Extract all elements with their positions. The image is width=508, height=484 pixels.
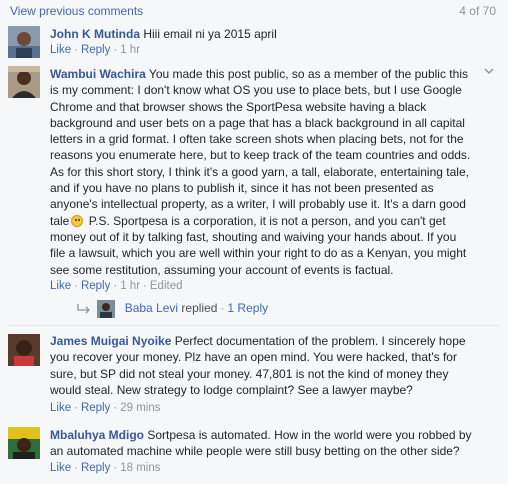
comment-count: 4 of 70 [459, 4, 496, 18]
comment-line: background and user bets on a page that … [50, 115, 465, 130]
reply-avatar [97, 300, 116, 318]
comment-line: you recover your money. Plz have an open… [50, 350, 457, 365]
comment-line: reasons you enumerate here, but to keep … [50, 148, 471, 163]
view-previous-comments-link[interactable]: View previous comments [10, 4, 143, 18]
avatar[interactable] [8, 427, 40, 459]
comment-line: Chrome and that browser shows the SportP… [50, 99, 427, 114]
reply-count[interactable]: 1 Reply [227, 301, 268, 315]
comment-body: Hiii email ni ya 2015 april [143, 27, 277, 41]
comment-time[interactable]: 1 hr [120, 280, 140, 292]
comment-time[interactable]: 1 hr [120, 44, 140, 56]
reply-button[interactable]: Reply [81, 280, 110, 292]
chevron-down-icon[interactable] [484, 66, 494, 76]
comment-line: money out of it by talking fast, shoutin… [50, 229, 457, 244]
comment-line: tale [50, 213, 70, 228]
comment-time[interactable]: 18 mins [120, 462, 160, 474]
reply-button[interactable]: Reply [81, 462, 110, 474]
comment-line: As for this short story, I think it's a … [50, 164, 469, 179]
comment-line: an automated machine while people were s… [50, 444, 460, 459]
comment-author[interactable]: Wambui Wachira [50, 67, 146, 81]
comment-line: would steal. New strategy to lodge compl… [50, 382, 413, 397]
reply-button[interactable]: Reply [81, 402, 110, 414]
comment-line: Perfect documentation of the problem. I … [171, 334, 466, 348]
comment-line: is my comment: I don't know what OS you … [50, 83, 462, 98]
comment-line: anyone's intellectual property, as a wri… [50, 197, 466, 212]
comment-line: sure, but SP did not steal your money. 4… [50, 366, 449, 381]
reply-author[interactable]: Baba Levi [125, 301, 178, 315]
like-button[interactable]: Like [50, 280, 71, 292]
comment-actions: Like · Reply · 1 hr [50, 44, 141, 56]
comment-line: see some restitution, assuming your acco… [50, 262, 394, 277]
reply-button[interactable]: Reply [81, 44, 110, 56]
like-button[interactable]: Like [50, 402, 71, 414]
comment-line: letters in a grid format. I often take s… [50, 132, 464, 147]
comment-author[interactable]: Mbaluhya Mdigo [50, 428, 144, 442]
comment-time[interactable]: 29 mins [120, 402, 160, 414]
comment-author[interactable]: James Muigai Nyoike [50, 334, 171, 348]
avatar[interactable] [8, 334, 40, 366]
comment-line: and if you have no plans to publish it, … [50, 181, 434, 196]
comment-text: Wambui Wachira You made this post public… [50, 66, 480, 278]
comments-header: View previous comments 4 of 70 [0, 0, 508, 22]
comment-actions: Like · Reply · 1 hr · Edited [50, 280, 183, 292]
comment-mbaluhya-mdigo: Mbaluhya Mdigo Sortpesa is automated. Ho… [0, 424, 508, 482]
edited-label[interactable]: Edited [150, 280, 183, 292]
comment-text: John K Mutinda Hiii email ni ya 2015 apr… [50, 26, 480, 42]
avatar[interactable] [8, 66, 40, 98]
comment-actions: Like · Reply · 29 mins [50, 402, 161, 414]
replied-label: replied [178, 301, 218, 316]
avatar[interactable] [8, 26, 40, 58]
like-button[interactable]: Like [50, 44, 71, 56]
comment-john-k-mutinda: John K Mutinda Hiii email ni ya 2015 apr… [0, 22, 508, 62]
divider [8, 325, 500, 326]
comment-author[interactable]: John K Mutinda [50, 27, 140, 41]
smile-emoji-icon [71, 214, 84, 227]
comment-wambui-wachira: Wambui Wachira You made this post public… [0, 62, 508, 322]
like-button[interactable]: Like [50, 462, 71, 474]
comment-text: James Muigai Nyoike Perfect documentatio… [50, 333, 480, 398]
comment-line: P.S. Sportpesa is a corporation, it is n… [85, 213, 446, 228]
comment-line: Sortpesa is automated. How in the world … [144, 428, 472, 442]
reply-arrow-icon [77, 304, 90, 314]
comment-text: Mbaluhya Mdigo Sortpesa is automated. Ho… [50, 427, 480, 460]
comment-james-muigai-nyoike: James Muigai Nyoike Perfect documentatio… [0, 330, 508, 418]
comment-line: file a lawsuit, which you are well withi… [50, 246, 467, 261]
replies-summary[interactable]: Baba Levi replied · 1 Reply [76, 300, 268, 318]
comment-line: You made this post public, so as a membe… [145, 67, 468, 81]
comment-actions: Like · Reply · 18 mins [50, 462, 161, 474]
